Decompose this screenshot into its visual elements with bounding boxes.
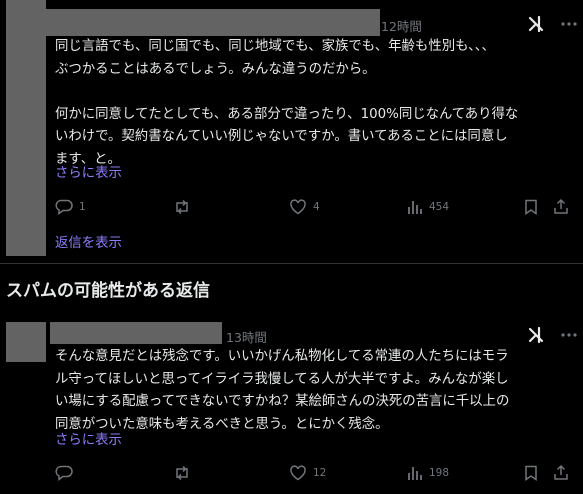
post-time-2: 13時間 [226,330,267,345]
views-button[interactable]: 454 [407,199,449,215]
heart-icon [290,199,306,215]
share-button-2[interactable] [553,464,569,481]
reply-icon [55,199,73,215]
reply-button-2[interactable] [55,465,79,481]
view-count-2: 198 [429,467,450,479]
more-options-icon-2[interactable] [559,325,579,345]
post-body: 同じ言語でも、同じ国でも、同じ地域でも、家族でも、年齢も性別も、、、 ぶつかるこ… [55,39,519,167]
views-icon [408,201,422,214]
repost-icon [176,199,188,215]
bookmark-button[interactable] [523,199,539,215]
like-count-2: 12 [313,467,327,479]
show-more-link[interactable]: さらに表示 [55,165,122,183]
heart-icon [290,465,306,481]
like-count: 4 [313,201,320,213]
author-redaction [46,9,380,36]
like-button[interactable]: 4 [289,199,320,215]
repost-icon [176,465,188,481]
reply-icon [55,465,73,481]
repost-button-2[interactable] [173,465,191,481]
reply-count: 1 [79,201,86,213]
grok-icon-2[interactable] [527,326,545,344]
share-icon [554,198,568,214]
more-options-icon[interactable] [559,14,579,34]
author-redaction-2 [50,322,222,344]
section-title: スパムの可能性がある返信 [6,281,210,301]
thread-line-redaction [6,0,46,256]
post-time: 12時間 [381,19,422,34]
share-button[interactable] [553,198,569,215]
bookmark-button-2[interactable] [523,465,539,481]
reply-button[interactable]: 1 [55,199,86,215]
repost-button[interactable] [173,199,191,215]
bookmark-icon [525,465,537,481]
views-icon [408,467,422,480]
avatar-redaction [6,322,46,362]
bookmark-icon [525,199,537,215]
like-button-2[interactable]: 12 [289,465,326,481]
post-body-2: そんな意見だとは残念です。いいかげん私物化してる常連の人たちにはモラ ル守ってほ… [55,349,510,432]
show-more-link-2[interactable]: さらに表示 [55,432,122,450]
share-icon [554,464,568,480]
view-count: 454 [429,201,450,213]
divider [0,263,583,264]
grok-icon[interactable] [527,15,545,33]
show-replies-link[interactable]: 返信を表示 [55,235,122,253]
views-button-2[interactable]: 198 [407,465,449,481]
